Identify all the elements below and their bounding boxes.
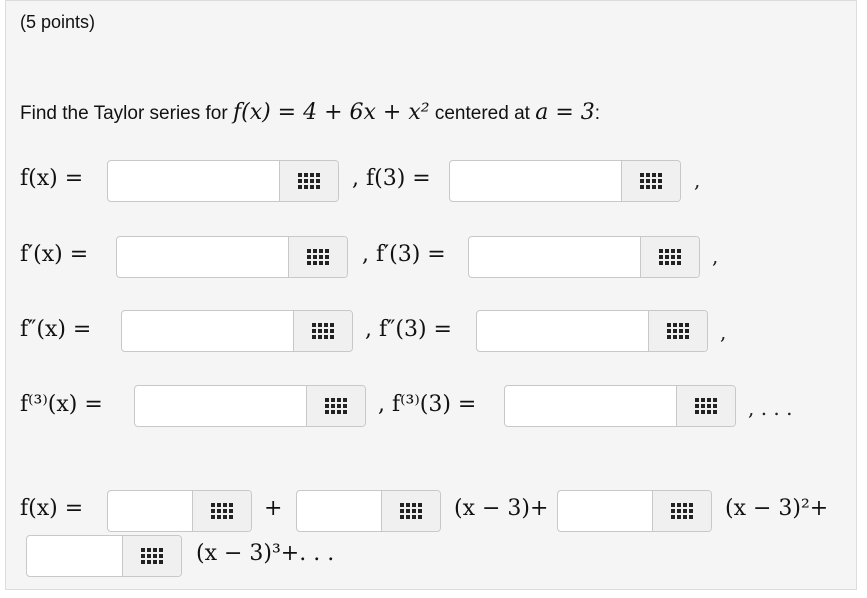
plus-sign: + (264, 496, 283, 521)
row3-trail: , (720, 320, 727, 344)
fdoubleprime3-label: , f″(3) = (365, 317, 452, 342)
fthird3-input[interactable] (505, 386, 676, 426)
f3-keyboard-button[interactable] (621, 161, 680, 201)
coeff2-keyboard-button[interactable] (652, 491, 711, 531)
question-suffix: : (594, 103, 601, 124)
coeff0-input[interactable] (108, 491, 192, 531)
keyboard-grid-icon (400, 503, 422, 519)
fdoubleprime-keyboard-button[interactable] (293, 311, 352, 351)
row4-trail: , . . . (748, 396, 793, 420)
question-text: Find the Taylor series for f(x) = 4 + 6x… (20, 100, 600, 125)
keyboard-grid-icon (325, 398, 347, 414)
keyboard-grid-icon (640, 173, 662, 189)
fthird3-keyboard-button[interactable] (676, 386, 735, 426)
f-keyboard-button[interactable] (279, 161, 338, 201)
keyboard-grid-icon (695, 398, 717, 414)
fthird-input[interactable] (135, 386, 306, 426)
fprime3-input[interactable] (469, 237, 640, 277)
fprime3-label: , f′(3) = (362, 242, 446, 267)
fdoubleprime-input-field[interactable] (121, 310, 353, 352)
row2-trail: , (712, 244, 719, 268)
fthird3-input-field[interactable] (504, 385, 736, 427)
coeff2-input[interactable] (558, 491, 652, 531)
function-expression: f(x) = 4 + 6x + x² (232, 100, 430, 125)
f-input-field[interactable] (107, 160, 339, 202)
term1-text: (x − 3)+ (454, 496, 549, 521)
question-prefix: Find the Taylor series for (20, 103, 233, 124)
fprime-input[interactable] (117, 237, 288, 277)
fdoubleprime3-keyboard-button[interactable] (648, 311, 707, 351)
coeff3-input[interactable] (27, 536, 122, 576)
coeff0-keyboard-button[interactable] (192, 491, 251, 531)
fdoubleprime-input[interactable] (122, 311, 293, 351)
coeff3-input-field[interactable] (26, 535, 182, 577)
f-input[interactable] (108, 161, 279, 201)
fthird-label: f⁽³⁾(x) = (20, 392, 103, 417)
fthird3-label: , f⁽³⁾(3) = (378, 392, 477, 417)
keyboard-grid-icon (671, 503, 693, 519)
term2-text: (x − 3)²+ (725, 496, 829, 521)
fprime-input-field[interactable] (116, 236, 348, 278)
coeff3-keyboard-button[interactable] (122, 536, 181, 576)
keyboard-grid-icon (312, 323, 334, 339)
center-expression: a = 3 (535, 100, 595, 125)
f3-label: , f(3) = (352, 166, 431, 191)
keyboard-grid-icon (659, 249, 681, 265)
points-label: (5 points) (20, 12, 96, 32)
coeff1-input-field[interactable] (296, 490, 441, 532)
coeff1-input[interactable] (297, 491, 381, 531)
f3-input[interactable] (450, 161, 621, 201)
fprime3-keyboard-button[interactable] (640, 237, 699, 277)
coeff1-keyboard-button[interactable] (381, 491, 440, 531)
row1-trail: , (694, 168, 701, 192)
fprime-label: f′(x) = (20, 242, 89, 267)
fprime-keyboard-button[interactable] (288, 237, 347, 277)
coeff0-input-field[interactable] (107, 490, 252, 532)
coeff2-input-field[interactable] (557, 490, 712, 532)
fdoubleprime3-input[interactable] (477, 311, 648, 351)
keyboard-grid-icon (211, 503, 233, 519)
term3-text: (x − 3)³+. . . (196, 541, 335, 566)
fthird-input-field[interactable] (134, 385, 366, 427)
f3-input-field[interactable] (449, 160, 681, 202)
fprime3-input-field[interactable] (468, 236, 700, 278)
keyboard-grid-icon (141, 548, 163, 564)
keyboard-grid-icon (307, 249, 329, 265)
series-label: f(x) = (20, 496, 84, 521)
f-label: f(x) = (20, 166, 84, 191)
fthird-keyboard-button[interactable] (306, 386, 365, 426)
question-middle: centered at (429, 103, 536, 124)
keyboard-grid-icon (298, 173, 320, 189)
keyboard-grid-icon (667, 323, 689, 339)
fdoubleprime3-input-field[interactable] (476, 310, 708, 352)
fdoubleprime-label: f″(x) = (20, 317, 92, 342)
